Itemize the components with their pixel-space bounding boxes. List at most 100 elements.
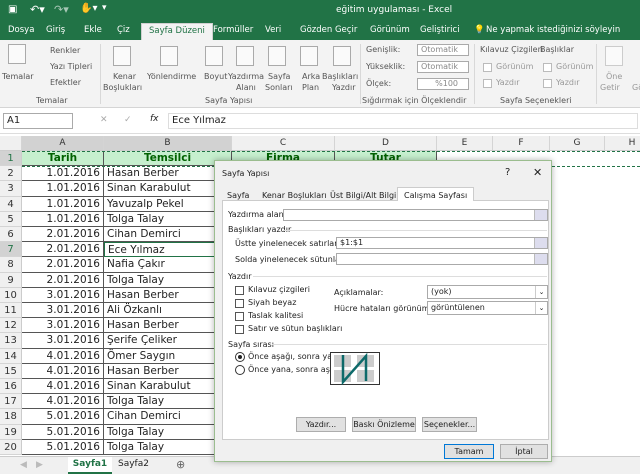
- rep-cell[interactable]: Nafia Çakır: [104, 257, 232, 273]
- errors-select[interactable]: görüntülenen ⌄: [427, 301, 548, 315]
- rep-cell[interactable]: Tolga Talay: [104, 211, 232, 227]
- rep-cell[interactable]: Ece Yılmaz: [104, 242, 232, 258]
- bring-forward-label-2[interactable]: Getir: [600, 83, 620, 92]
- rep-cell[interactable]: Şerife Çeliker: [104, 333, 232, 349]
- headings-view-checkbox[interactable]: [543, 63, 552, 72]
- sheet-tab-sayfa2[interactable]: Sayfa2: [118, 459, 149, 469]
- scroll-left-icon[interactable]: ◀: [20, 460, 27, 470]
- header-cell[interactable]: Temsilci: [104, 151, 232, 167]
- comments-select[interactable]: (yok) ⌄: [427, 285, 548, 299]
- date-cell[interactable]: 3.01.2016: [22, 318, 104, 334]
- margins-icon[interactable]: [113, 46, 131, 66]
- rep-cell[interactable]: Hasan Berber: [104, 363, 232, 379]
- size-button[interactable]: Boyut: [204, 72, 227, 81]
- row-header[interactable]: 17: [0, 394, 22, 410]
- bring-forward-icon[interactable]: [605, 46, 623, 66]
- save-icon[interactable]: ▣: [8, 4, 17, 15]
- date-cell[interactable]: 2.01.2016: [22, 257, 104, 273]
- chevron-down-icon[interactable]: ⌄: [535, 302, 547, 314]
- print-preview-button[interactable]: Baskı Önizleme: [352, 417, 416, 432]
- themes-button[interactable]: Temalar: [2, 72, 34, 81]
- undo-icon[interactable]: ↶▾: [30, 3, 45, 16]
- row-header[interactable]: 1: [0, 151, 22, 167]
- row-header[interactable]: 13: [0, 333, 22, 349]
- name-box[interactable]: A1: [3, 113, 73, 129]
- print-button[interactable]: Yazdır...: [296, 417, 346, 432]
- close-button[interactable]: ✕: [533, 166, 542, 179]
- column-header[interactable]: B: [104, 136, 232, 151]
- tab-gozden-gecir[interactable]: Gözden Geçir: [300, 25, 357, 35]
- print-area-button[interactable]: Yazdırma: [228, 72, 264, 81]
- rep-cell[interactable]: Ömer Saygın: [104, 348, 232, 364]
- rep-cell[interactable]: Tolga Talay: [104, 272, 232, 288]
- background-label-2[interactable]: Plan: [302, 83, 319, 92]
- over-then-down-radio[interactable]: [235, 365, 245, 375]
- tab-dosya[interactable]: Dosya: [8, 25, 34, 35]
- width-select[interactable]: Otomatik: [417, 44, 469, 56]
- date-cell[interactable]: 2.01.2016: [22, 242, 104, 258]
- date-cell[interactable]: 5.01.2016: [22, 409, 104, 425]
- date-cell[interactable]: 3.01.2016: [22, 287, 104, 303]
- size-icon[interactable]: [205, 46, 223, 66]
- margins-label[interactable]: Kenar: [113, 72, 136, 81]
- tab-ciz[interactable]: Çiz: [117, 25, 130, 35]
- effects-button[interactable]: Efektler: [50, 78, 81, 87]
- black-white-checkbox[interactable]: [235, 299, 244, 308]
- add-sheet-icon[interactable]: ⊕: [176, 458, 185, 471]
- column-header[interactable]: F: [493, 136, 550, 151]
- row-header[interactable]: 8: [0, 257, 22, 273]
- row-header[interactable]: 2: [0, 166, 22, 182]
- rep-cell[interactable]: Cihan Demirci: [104, 409, 232, 425]
- rep-cell[interactable]: Tolga Talay: [104, 394, 232, 410]
- headings-print-checkbox[interactable]: [543, 79, 552, 88]
- row-header[interactable]: 20: [0, 439, 22, 455]
- print-area-input[interactable]: [283, 209, 548, 221]
- tab-gelistirici[interactable]: Geliştirici: [420, 25, 460, 35]
- tab-giris[interactable]: Giriş: [46, 25, 65, 35]
- date-cell[interactable]: 5.01.2016: [22, 424, 104, 440]
- margins-label-2[interactable]: Boşlukları: [103, 83, 142, 92]
- collapse-range-icon[interactable]: [534, 210, 547, 220]
- tab-ekle[interactable]: Ekle: [84, 25, 102, 35]
- column-header[interactable]: E: [437, 136, 493, 151]
- colors-button[interactable]: Renkler: [50, 46, 80, 55]
- column-header[interactable]: A: [22, 136, 104, 151]
- tab-veri[interactable]: Veri: [265, 25, 281, 35]
- formula-input[interactable]: Ece Yılmaz: [168, 113, 638, 129]
- date-cell[interactable]: 5.01.2016: [22, 439, 104, 455]
- touch-mode-icon[interactable]: ✋▾: [80, 3, 97, 14]
- breaks-label-2[interactable]: Sonları: [265, 83, 293, 92]
- rep-cell[interactable]: Sinan Karabulut: [104, 379, 232, 395]
- row-header[interactable]: 7: [0, 242, 22, 258]
- tell-me-input[interactable]: Ne yapmak istediğinizi söyleyin: [486, 25, 620, 35]
- print-titles-icon[interactable]: [333, 46, 351, 66]
- scroll-right-icon[interactable]: ▶: [36, 460, 43, 470]
- rep-cell[interactable]: Hasan Berber: [104, 318, 232, 334]
- gridlines-print-checkbox[interactable]: [483, 79, 492, 88]
- cancel-button[interactable]: İptal: [500, 444, 548, 459]
- rep-cell[interactable]: Tolga Talay: [104, 424, 232, 440]
- column-header[interactable]: G: [550, 136, 605, 151]
- row-header[interactable]: 4: [0, 196, 22, 212]
- enter-icon[interactable]: ✓: [124, 115, 132, 125]
- dialog-tab-margins[interactable]: Kenar Boşlukları: [262, 191, 327, 200]
- print-area-icon[interactable]: [236, 46, 254, 66]
- send-backward-button[interactable]: Gö: [632, 83, 640, 92]
- orientation-icon[interactable]: [160, 46, 178, 66]
- date-cell[interactable]: 4.01.2016: [22, 394, 104, 410]
- customize-qat-icon[interactable]: ▾: [102, 3, 107, 13]
- ok-button[interactable]: Tamam: [444, 444, 494, 459]
- tab-formuller[interactable]: Formüller: [213, 25, 253, 35]
- breaks-icon[interactable]: [268, 46, 286, 66]
- bring-forward-button[interactable]: Öne: [606, 72, 622, 81]
- breaks-button[interactable]: Sayfa: [268, 72, 290, 81]
- cols-repeat-input[interactable]: [336, 253, 548, 265]
- tab-gorunum[interactable]: Görünüm: [370, 25, 410, 35]
- date-cell[interactable]: 2.01.2016: [22, 227, 104, 243]
- gridlines-view-checkbox[interactable]: [483, 63, 492, 72]
- background-button[interactable]: Arka: [302, 72, 320, 81]
- rep-cell[interactable]: Tolga Talay: [104, 439, 232, 455]
- insert-function-button[interactable]: fx: [150, 114, 159, 124]
- dialog-tab-sheet[interactable]: Calışma Sayfası: [397, 187, 475, 201]
- date-cell[interactable]: 1.01.2016: [22, 181, 104, 197]
